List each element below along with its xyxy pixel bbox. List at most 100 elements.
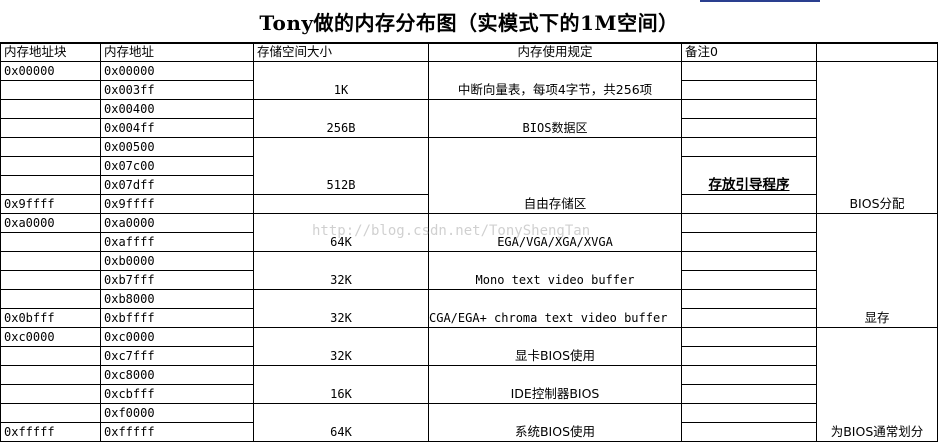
usage-cell[interactable]: 中断向量表，每项4字节，共256项 xyxy=(428,61,682,100)
address-cell[interactable]: 0x00400 xyxy=(100,99,254,119)
address-cell[interactable]: 0x07c00 xyxy=(100,156,254,176)
usage-cell[interactable]: BIOS数据区 xyxy=(428,99,682,138)
block-cell[interactable] xyxy=(0,289,101,309)
address-cell[interactable]: 0x00500 xyxy=(100,137,254,157)
note-cell[interactable] xyxy=(681,308,817,328)
address-cell[interactable]: 0xf0000 xyxy=(100,403,254,423)
header-extra[interactable] xyxy=(816,42,938,62)
header-block[interactable]: 内存地址块 xyxy=(0,42,101,62)
note-cell[interactable] xyxy=(681,289,817,309)
header-row: 内存地址块 内存地址 存储空间大小 内存使用规定 备注0 xyxy=(0,42,938,62)
note-cell[interactable] xyxy=(681,251,817,271)
size-cell[interactable]: 32K xyxy=(253,327,429,366)
block-cell[interactable] xyxy=(0,270,101,290)
header-note[interactable]: 备注0 xyxy=(681,42,817,62)
size-cell[interactable]: 64K xyxy=(253,403,429,442)
group-cell[interactable]: BIOS分配 xyxy=(816,61,938,214)
address-cell[interactable]: 0x00000 xyxy=(100,61,254,81)
note-cell[interactable] xyxy=(681,118,817,138)
usage-cell[interactable]: Mono text video buffer xyxy=(428,251,682,290)
usage-cell[interactable]: 显卡BIOS使用 xyxy=(428,327,682,366)
address-cell[interactable]: 0xb8000 xyxy=(100,289,254,309)
group-cell[interactable]: 显存 xyxy=(816,213,938,328)
note-cell[interactable] xyxy=(681,61,817,81)
table-row: 0xc0000 0xc0000 32K 显卡BIOS使用 为BIOS通常划分 xyxy=(0,327,938,442)
header-address[interactable]: 内存地址 xyxy=(100,42,254,62)
block-cell[interactable] xyxy=(0,403,101,423)
note-cell[interactable] xyxy=(681,194,817,214)
sheet-title: Tony做的内存分布图（实模式下的1M空间） xyxy=(259,11,679,35)
size-cell[interactable] xyxy=(253,194,429,214)
block-cell[interactable]: 0xc0000 xyxy=(0,327,101,347)
table-row: 0xc8000 16K IDE控制器BIOS xyxy=(0,365,938,404)
boot-note-cell[interactable]: 存放引导程序 xyxy=(681,156,817,195)
usage-cell[interactable]: EGA/VGA/XGA/XVGA xyxy=(428,213,682,252)
address-cell[interactable]: 0x07dff xyxy=(100,175,254,195)
memory-map-table: 内存地址块 内存地址 存储空间大小 内存使用规定 备注0 0x00000 0x0… xyxy=(0,42,938,442)
address-cell[interactable]: 0xb0000 xyxy=(100,251,254,271)
address-cell[interactable]: 0xaffff xyxy=(100,232,254,252)
block-cell[interactable] xyxy=(0,365,101,385)
block-cell[interactable] xyxy=(0,232,101,252)
size-cell[interactable]: 32K xyxy=(253,251,429,290)
table-row: 0x00400 256B BIOS数据区 xyxy=(0,99,938,138)
note-cell[interactable] xyxy=(681,346,817,366)
table-row: 0xb0000 32K Mono text video buffer xyxy=(0,251,938,290)
size-cell[interactable]: 512B xyxy=(253,137,429,195)
block-cell[interactable]: 0x0bfff xyxy=(0,308,101,328)
note-cell[interactable] xyxy=(681,365,817,385)
block-cell[interactable] xyxy=(0,346,101,366)
size-cell[interactable]: 16K xyxy=(253,365,429,404)
note-cell[interactable] xyxy=(681,80,817,100)
note-cell[interactable] xyxy=(681,403,817,423)
usage-cell[interactable]: CGA/EGA+ chroma text video buffer xyxy=(428,289,682,328)
address-cell[interactable]: 0xbffff xyxy=(100,308,254,328)
spreadsheet: Tony做的内存分布图（实模式下的1M空间） 内存地址块 内存地址 存储空间大小… xyxy=(0,0,938,442)
group-cell[interactable]: 为BIOS通常划分 xyxy=(816,327,938,442)
note-cell[interactable] xyxy=(681,232,817,252)
block-cell[interactable] xyxy=(0,175,101,195)
header-usage[interactable]: 内存使用规定 xyxy=(428,42,682,62)
block-cell[interactable] xyxy=(0,99,101,119)
block-cell[interactable] xyxy=(0,156,101,176)
usage-cell[interactable]: IDE控制器BIOS xyxy=(428,365,682,404)
table-row: 0xb8000 32K CGA/EGA+ chroma text video b… xyxy=(0,289,938,328)
usage-cell[interactable]: 系统BIOS使用 xyxy=(428,403,682,442)
note-cell[interactable] xyxy=(681,99,817,119)
address-cell[interactable]: 0xfffff xyxy=(100,422,254,442)
address-cell[interactable]: 0x003ff xyxy=(100,80,254,100)
note-cell[interactable] xyxy=(681,384,817,404)
address-cell[interactable]: 0xb7fff xyxy=(100,270,254,290)
size-cell[interactable]: 32K xyxy=(253,289,429,328)
table-row: 0x00500 512B 自由存储区 xyxy=(0,137,938,214)
table-row: 0xf0000 64K 系统BIOS使用 xyxy=(0,403,938,442)
header-size[interactable]: 存储空间大小 xyxy=(253,42,429,62)
note-cell[interactable] xyxy=(681,422,817,442)
block-cell[interactable] xyxy=(0,251,101,271)
block-cell[interactable] xyxy=(0,384,101,404)
address-cell[interactable]: 0x004ff xyxy=(100,118,254,138)
block-cell[interactable] xyxy=(0,80,101,100)
note-cell[interactable] xyxy=(681,137,817,157)
block-cell[interactable] xyxy=(0,118,101,138)
address-cell[interactable]: 0x9ffff xyxy=(100,194,254,214)
size-cell[interactable]: 64K xyxy=(253,213,429,252)
block-cell[interactable]: 0x9ffff xyxy=(0,194,101,214)
block-cell[interactable]: 0xfffff xyxy=(0,422,101,442)
block-cell[interactable]: 0x00000 xyxy=(0,61,101,81)
address-cell[interactable]: 0xc7fff xyxy=(100,346,254,366)
note-cell[interactable] xyxy=(681,213,817,233)
usage-cell[interactable]: 自由存储区 xyxy=(428,137,682,214)
block-cell[interactable] xyxy=(0,137,101,157)
address-cell[interactable]: 0xcbfff xyxy=(100,384,254,404)
size-cell[interactable]: 256B xyxy=(253,99,429,138)
note-cell[interactable] xyxy=(681,327,817,347)
address-cell[interactable]: 0xc8000 xyxy=(100,365,254,385)
table-row: 0xa0000 0xa0000 64K EGA/VGA/XGA/XVGA 显存 xyxy=(0,213,938,328)
address-cell[interactable]: 0xc0000 xyxy=(100,327,254,347)
size-cell[interactable]: 1K xyxy=(253,61,429,100)
block-cell[interactable]: 0xa0000 xyxy=(0,213,101,233)
table-row: 0x00000 0x00000 1K 中断向量表，每项4字节，共256项 BIO… xyxy=(0,61,938,214)
note-cell[interactable] xyxy=(681,270,817,290)
address-cell[interactable]: 0xa0000 xyxy=(100,213,254,233)
